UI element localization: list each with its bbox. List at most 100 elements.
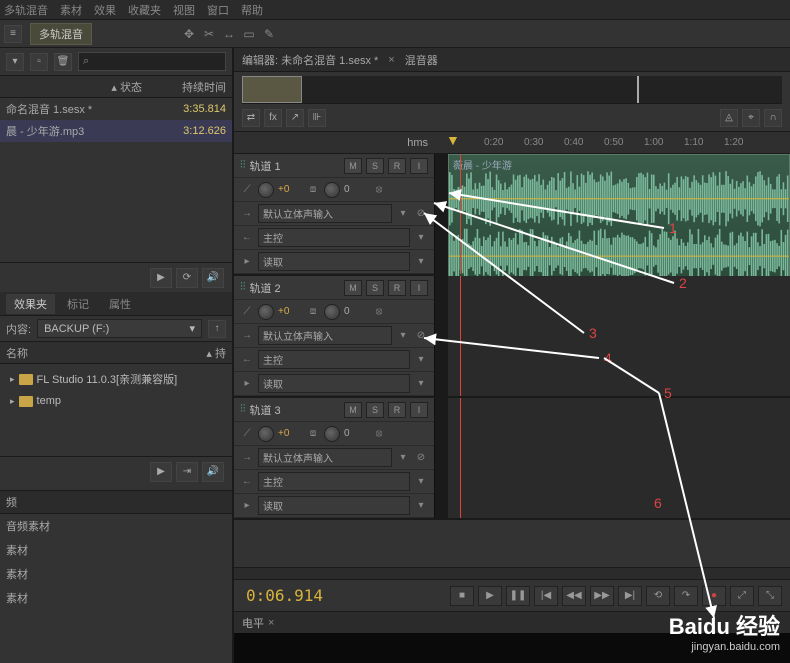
overview-visible-region[interactable] bbox=[242, 76, 302, 103]
file-row[interactable]: 命名混音 1.sesx * 3:35.814 bbox=[0, 98, 232, 120]
automation-mode-dropdown[interactable]: 读取 bbox=[258, 496, 410, 515]
mute-button[interactable]: M bbox=[344, 158, 362, 174]
input-dropdown[interactable]: 默认立体声输入 bbox=[258, 204, 392, 223]
go-end-button[interactable]: ▶| bbox=[618, 586, 642, 606]
up-folder-button[interactable]: ↑ bbox=[208, 320, 226, 338]
editor-tab[interactable]: 编辑器: 未命名混音 1.sesx * bbox=[242, 52, 378, 68]
automation-expand-icon[interactable]: ▸ bbox=[240, 377, 254, 391]
delete-file-button[interactable]: 🗑 bbox=[54, 53, 72, 71]
menu-item[interactable]: 素材 bbox=[60, 2, 82, 17]
pan-value[interactable]: 0 bbox=[344, 184, 368, 195]
import-button[interactable]: ⇥ bbox=[176, 462, 198, 482]
mono-stereo-button[interactable]: ⊘ bbox=[414, 329, 428, 343]
input-dropdown[interactable]: 默认立体声输入 bbox=[258, 448, 392, 467]
forward-button[interactable]: ▶▶ bbox=[590, 586, 614, 606]
track-name[interactable]: 轨道 3 bbox=[250, 402, 341, 418]
volume-value[interactable]: +0 bbox=[278, 184, 302, 195]
tab-markers[interactable]: 标记 bbox=[59, 294, 97, 314]
stop-button[interactable]: ■ bbox=[450, 586, 474, 606]
input-config-button[interactable]: ▾ bbox=[396, 207, 410, 221]
pause-button[interactable]: ❚❚ bbox=[506, 586, 530, 606]
expand-icon[interactable]: ▸ bbox=[10, 374, 15, 385]
output-config-button[interactable]: ▾ bbox=[414, 353, 428, 367]
folder-row[interactable]: ▸ temp bbox=[0, 390, 232, 412]
volume-knob[interactable] bbox=[258, 426, 274, 442]
mono-stereo-button[interactable]: ⊘ bbox=[414, 451, 428, 465]
loop-playback-button[interactable]: ⟲ bbox=[646, 586, 670, 606]
mute-button[interactable]: M bbox=[344, 402, 362, 418]
zoom-in-button[interactable]: ⤡ bbox=[758, 586, 782, 606]
monitor-input-button[interactable]: I bbox=[410, 402, 428, 418]
automation-mode-dropdown[interactable]: 读取 bbox=[258, 374, 410, 393]
expand-icon[interactable]: ▸ bbox=[10, 396, 15, 407]
name-column[interactable]: 名称 bbox=[6, 345, 206, 361]
slip-tool-icon[interactable]: ↔ bbox=[220, 25, 238, 43]
output-config-button[interactable]: ▾ bbox=[414, 231, 428, 245]
phase-icon[interactable]: ⦻ bbox=[372, 427, 386, 441]
volume-value[interactable]: +0 bbox=[278, 428, 302, 439]
play-preview-button[interactable]: ▶ bbox=[150, 268, 172, 288]
input-config-button[interactable]: ▾ bbox=[396, 451, 410, 465]
levels-tab[interactable]: 电平 bbox=[242, 615, 264, 631]
eq-button[interactable]: ⊪ bbox=[308, 109, 326, 127]
pan-value[interactable]: 0 bbox=[344, 428, 368, 439]
menu-item[interactable]: 效果 bbox=[94, 2, 116, 17]
mute-button[interactable]: M bbox=[344, 280, 362, 296]
tab-effects-rack[interactable]: 效果夹 bbox=[6, 294, 55, 314]
output-dropdown[interactable]: 主控 bbox=[258, 472, 410, 491]
mono-stereo-button[interactable]: ⊘ bbox=[414, 207, 428, 221]
track-lane[interactable]: 薇晨 - 少年游 bbox=[448, 154, 790, 274]
playhead[interactable] bbox=[460, 398, 461, 518]
playhead[interactable] bbox=[460, 154, 461, 274]
duration-column[interactable]: 持续时间 bbox=[182, 79, 226, 95]
category-item[interactable]: 素材 bbox=[0, 538, 232, 562]
solo-button[interactable]: S bbox=[366, 402, 384, 418]
move-tool-icon[interactable]: ✥ bbox=[180, 25, 198, 43]
output-dropdown[interactable]: 主控 bbox=[258, 228, 410, 247]
go-start-button[interactable]: |◀ bbox=[534, 586, 558, 606]
pan-knob[interactable] bbox=[324, 426, 340, 442]
arm-record-button[interactable]: R bbox=[388, 280, 406, 296]
new-file-button[interactable]: ▫ bbox=[30, 53, 48, 71]
ruler-unit[interactable]: hms bbox=[234, 132, 434, 153]
automation-expand-icon[interactable]: ▸ bbox=[240, 499, 254, 513]
close-levels-button[interactable]: × bbox=[268, 617, 274, 629]
category-item[interactable]: 音频素材 bbox=[0, 514, 232, 538]
selection-tool-icon[interactable]: ▭ bbox=[240, 25, 258, 43]
skip-button[interactable]: ↷ bbox=[674, 586, 698, 606]
close-tab-button[interactable]: × bbox=[388, 54, 394, 66]
fx-button[interactable]: fx bbox=[264, 109, 282, 127]
phase-icon[interactable]: ⦻ bbox=[372, 305, 386, 319]
input-dropdown[interactable]: 默认立体声输入 bbox=[258, 326, 392, 345]
playhead-marker-icon[interactable]: ▼ bbox=[446, 132, 460, 148]
brush-tool-icon[interactable]: ✎ bbox=[260, 25, 278, 43]
snap-button[interactable]: ⌖ bbox=[742, 109, 760, 127]
solo-button[interactable]: S bbox=[366, 280, 384, 296]
timecode-display[interactable]: 0:06.914 bbox=[242, 586, 442, 605]
arm-record-button[interactable]: R bbox=[388, 402, 406, 418]
menu-item[interactable]: 收藏夹 bbox=[128, 2, 161, 17]
track-lane[interactable] bbox=[448, 276, 790, 396]
send-button[interactable]: ↗ bbox=[286, 109, 304, 127]
razor-tool-icon[interactable]: ✂ bbox=[200, 25, 218, 43]
pan-value[interactable]: 0 bbox=[344, 306, 368, 317]
category-item[interactable]: 素材 bbox=[0, 562, 232, 586]
output-config-button[interactable]: ▾ bbox=[414, 475, 428, 489]
automation-expand-icon[interactable]: ▸ bbox=[240, 255, 254, 269]
play-preview-button[interactable]: ▶ bbox=[150, 462, 172, 482]
folder-row[interactable]: ▸ FL Studio 11.0.3[亲测兼容版] bbox=[0, 368, 232, 390]
volume-knob[interactable] bbox=[258, 304, 274, 320]
solo-button[interactable]: S bbox=[366, 158, 384, 174]
output-dropdown[interactable]: 主控 bbox=[258, 350, 410, 369]
status-column[interactable]: ▴ 状态 bbox=[111, 79, 142, 95]
multitrack-mode-button[interactable]: 多轨混音 bbox=[30, 23, 92, 45]
dur-column[interactable]: ▴ 持 bbox=[206, 345, 226, 361]
menu-item[interactable]: 视图 bbox=[173, 2, 195, 17]
track-lane[interactable] bbox=[448, 398, 790, 518]
rewind-button[interactable]: ◀◀ bbox=[562, 586, 586, 606]
autoplay-button[interactable]: 🔊 bbox=[202, 462, 224, 482]
category-header[interactable]: 频 bbox=[0, 490, 232, 514]
mixer-tab[interactable]: 混音器 bbox=[405, 52, 438, 68]
tab-properties[interactable]: 属性 bbox=[101, 294, 139, 314]
file-row[interactable]: 晨 - 少年游.mp3 3:12.626 bbox=[0, 120, 232, 142]
